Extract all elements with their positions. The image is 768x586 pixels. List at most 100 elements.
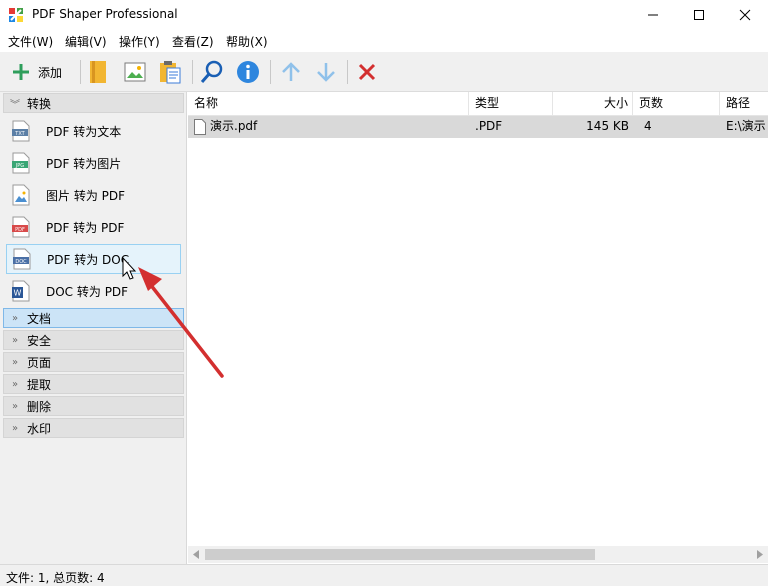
column-header-name[interactable]: 名称 [188, 92, 469, 116]
maximize-icon [694, 10, 704, 20]
menu-view[interactable]: 查看(Z) [172, 33, 214, 50]
delete-icon [358, 63, 376, 81]
plus-icon [13, 64, 29, 80]
cell-name: 演示.pdf [210, 119, 258, 133]
chevron-right-icon: » [11, 422, 19, 434]
chevron-right-icon: » [11, 400, 19, 412]
menu-help[interactable]: 帮助(X) [226, 33, 268, 50]
cell-type: .PDF [475, 119, 503, 133]
svg-text:W: W [14, 289, 22, 298]
txt-file-icon: TXT [12, 120, 30, 142]
horizontal-scrollbar[interactable] [188, 546, 768, 563]
section-security[interactable]: » 安全 [3, 330, 184, 350]
clipboard-button[interactable] [158, 58, 182, 86]
doc-file-icon: DOC [13, 248, 31, 270]
arrow-down-icon [317, 63, 335, 82]
column-header-type[interactable]: 类型 [469, 92, 553, 116]
table-row[interactable]: 演示.pdf .PDF 145 KB 4 E:\演示 [188, 116, 768, 138]
word-file-icon: W [12, 280, 30, 302]
menu-file[interactable]: 文件(W) [8, 33, 53, 50]
sidebar-item-image-to-pdf[interactable]: 图片 转为 PDF [6, 180, 181, 210]
cell-pages: 4 [644, 119, 652, 133]
section-extract[interactable]: » 提取 [3, 374, 184, 394]
cell-size: 145 KB [586, 119, 629, 133]
add-button-label: 添加 [38, 65, 63, 80]
document-icon [194, 119, 206, 135]
window-title: PDF Shaper Professional [32, 7, 178, 21]
svg-text:PDF: PDF [15, 227, 25, 233]
image-file-icon [12, 184, 30, 206]
chevron-right-icon: » [11, 334, 19, 346]
search-icon [200, 60, 223, 83]
app-logo-icon [9, 8, 23, 22]
title-bar: PDF Shaper Professional [0, 0, 768, 30]
toolbar-separator [80, 60, 81, 84]
clipboard-icon [160, 61, 181, 84]
image-button[interactable] [124, 58, 146, 86]
toolbar-separator [270, 60, 271, 84]
section-label: 转换 [27, 96, 52, 111]
section-convert[interactable]: ︾ 转换 [3, 93, 184, 113]
move-down-button[interactable] [315, 58, 337, 86]
section-label: 页面 [27, 355, 52, 370]
minimize-button[interactable] [630, 0, 676, 30]
svg-text:TXT: TXT [14, 131, 25, 137]
sidebar-item-doc-to-pdf[interactable]: W DOC 转为 PDF [6, 276, 181, 306]
menu-bar: 文件(W) 编辑(V) 操作(Y) 查看(Z) 帮助(X) [0, 30, 768, 52]
delete-button[interactable] [356, 58, 378, 86]
sidebar-item-label: DOC 转为 PDF [46, 284, 129, 299]
info-button[interactable] [236, 58, 260, 86]
sidebar-item-label: PDF 转为 PDF [46, 220, 125, 235]
add-button[interactable]: 添加 [10, 58, 62, 86]
sidebar-item-label: PDF 转为图片 [46, 156, 122, 171]
close-icon [739, 9, 751, 21]
svg-text:JPG: JPG [15, 163, 24, 169]
scrollbar-thumb[interactable] [205, 549, 595, 560]
toolbar-separator [347, 60, 348, 84]
maximize-button[interactable] [676, 0, 722, 30]
chevron-right-icon: » [11, 312, 19, 324]
section-document[interactable]: » 文档 [3, 308, 184, 328]
column-header-path[interactable]: 路径 [720, 92, 768, 116]
sidebar: ︾ 转换 TXT PDF 转为文本 JPG PDF 转为图片 图片 转为 PDF… [0, 92, 187, 564]
section-label: 文档 [27, 311, 52, 326]
menu-edit[interactable]: 编辑(V) [65, 33, 107, 50]
sidebar-item-pdf-to-pdf[interactable]: PDF PDF 转为 PDF [6, 212, 181, 242]
svg-text:DOC: DOC [15, 259, 27, 265]
bookmark-icon [90, 61, 106, 83]
toolbar-separator [192, 60, 193, 84]
toolbar: 添加 [0, 52, 768, 92]
section-label: 提取 [27, 377, 52, 392]
chevron-right-icon: » [11, 378, 19, 390]
search-button[interactable] [200, 58, 224, 86]
sidebar-item-label: PDF 转为文本 [46, 124, 122, 139]
table-header: 名称 类型 大小 页数 路径 [188, 92, 768, 116]
scroll-right-icon[interactable] [756, 550, 764, 559]
menu-action[interactable]: 操作(Y) [119, 33, 160, 50]
section-pages[interactable]: » 页面 [3, 352, 184, 372]
section-label: 水印 [27, 421, 52, 436]
status-text: 文件: 1, 总页数: 4 [6, 571, 105, 585]
move-up-button[interactable] [280, 58, 302, 86]
info-icon [237, 61, 259, 83]
bookmark-button[interactable] [88, 58, 108, 86]
scroll-left-icon[interactable] [192, 550, 200, 559]
image-icon [124, 62, 146, 82]
section-watermark[interactable]: » 水印 [3, 418, 184, 438]
sidebar-item-pdf-to-text[interactable]: TXT PDF 转为文本 [6, 116, 181, 146]
sidebar-item-pdf-to-image[interactable]: JPG PDF 转为图片 [6, 148, 181, 178]
sidebar-item-pdf-to-doc[interactable]: DOC PDF 转为 DOC [6, 244, 181, 274]
sidebar-item-label: 图片 转为 PDF [46, 188, 126, 203]
section-label: 安全 [27, 333, 52, 348]
chevron-right-icon: » [11, 356, 19, 368]
cell-path: E:\演示 [726, 119, 766, 133]
section-delete[interactable]: » 删除 [3, 396, 184, 416]
sidebar-item-label: PDF 转为 DOC [47, 252, 130, 267]
close-button[interactable] [722, 0, 768, 30]
section-label: 删除 [27, 399, 52, 414]
minimize-icon [648, 14, 658, 16]
column-header-pages[interactable]: 页数 [633, 92, 720, 116]
status-bar: 文件: 1, 总页数: 4 [0, 564, 768, 586]
jpg-file-icon: JPG [12, 152, 30, 174]
column-header-size[interactable]: 大小 [553, 92, 633, 116]
